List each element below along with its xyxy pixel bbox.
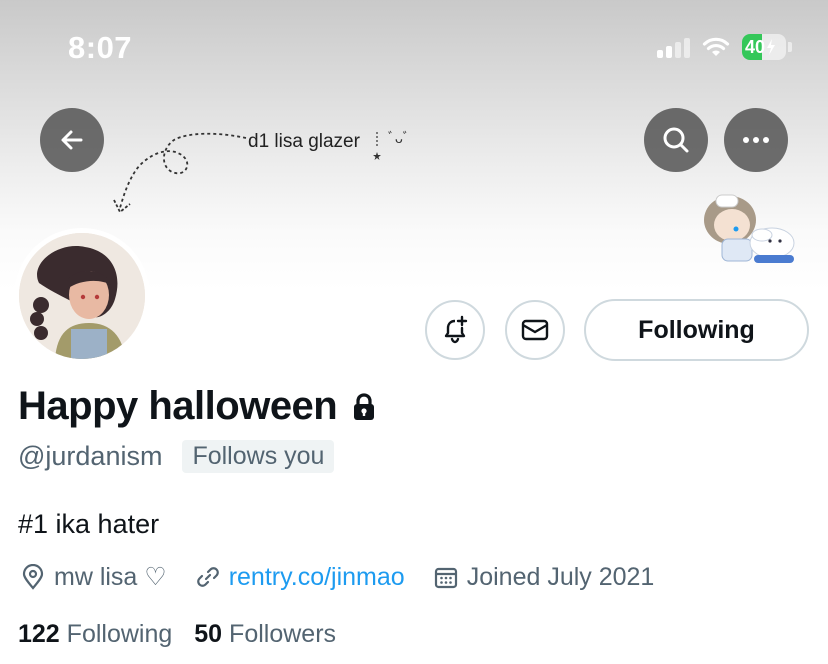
notifications-button[interactable] bbox=[425, 300, 485, 360]
followers-label: Followers bbox=[229, 620, 337, 648]
link-icon bbox=[196, 567, 219, 587]
status-time: 8:07 bbox=[68, 30, 133, 65]
avatar[interactable] bbox=[14, 228, 150, 364]
status-indicators: 40 bbox=[657, 34, 792, 60]
profile-meta: mw lisa ♡ rentry.co/jinmao Joined July 2… bbox=[20, 562, 682, 592]
followers-count: 50 bbox=[194, 620, 223, 648]
arrow-left-icon bbox=[61, 130, 83, 150]
cellular-signal-icon bbox=[657, 36, 690, 58]
avatar-image bbox=[19, 233, 145, 359]
location-pin-icon bbox=[22, 564, 44, 590]
more-icon bbox=[743, 137, 769, 143]
character-sticker bbox=[704, 194, 795, 263]
username-handle: @jurdanism bbox=[18, 441, 163, 471]
display-name-row: Happy halloween bbox=[18, 384, 377, 429]
joined-item: Joined July 2021 bbox=[433, 562, 655, 592]
lock-icon bbox=[354, 392, 375, 420]
display-name: Happy halloween bbox=[18, 384, 338, 428]
location-item: mw lisa ♡ bbox=[20, 562, 167, 592]
dashed-arrow-doodle bbox=[113, 132, 247, 214]
banner-emoticon: ﾞᴗﾞ bbox=[388, 130, 410, 146]
search-button[interactable] bbox=[644, 108, 708, 172]
back-button[interactable] bbox=[40, 108, 104, 172]
handle-row: @jurdanism Follows you bbox=[18, 440, 335, 473]
envelope-icon bbox=[521, 319, 549, 341]
follow-stats: 122 Following 50 Followers bbox=[18, 620, 336, 649]
banner-divider bbox=[373, 132, 381, 160]
message-button[interactable] bbox=[505, 300, 565, 360]
bell-plus-icon bbox=[444, 315, 468, 344]
joined-date: Joined July 2021 bbox=[466, 562, 655, 591]
website-link[interactable]: rentry.co/jinmao bbox=[229, 563, 405, 592]
location-text: mw lisa ♡ bbox=[54, 563, 167, 591]
more-button[interactable] bbox=[724, 108, 788, 172]
bio: #1 ika hater bbox=[18, 509, 160, 539]
wifi-icon bbox=[702, 37, 730, 56]
followers-stat[interactable]: 50 Followers bbox=[194, 620, 336, 649]
battery-icon: 40 bbox=[742, 34, 786, 60]
follows-you-badge: Follows you bbox=[182, 440, 335, 473]
search-icon bbox=[663, 127, 689, 153]
calendar-icon bbox=[434, 567, 457, 589]
following-label: Following bbox=[66, 620, 173, 648]
following-count: 122 bbox=[18, 620, 60, 648]
website-item[interactable]: rentry.co/jinmao bbox=[195, 563, 405, 592]
battery-level: 40 bbox=[745, 36, 766, 57]
banner-caption: d1 lisa glazer bbox=[248, 131, 360, 152]
following-stat[interactable]: 122 Following bbox=[18, 620, 172, 649]
following-button[interactable]: Following bbox=[584, 299, 809, 361]
